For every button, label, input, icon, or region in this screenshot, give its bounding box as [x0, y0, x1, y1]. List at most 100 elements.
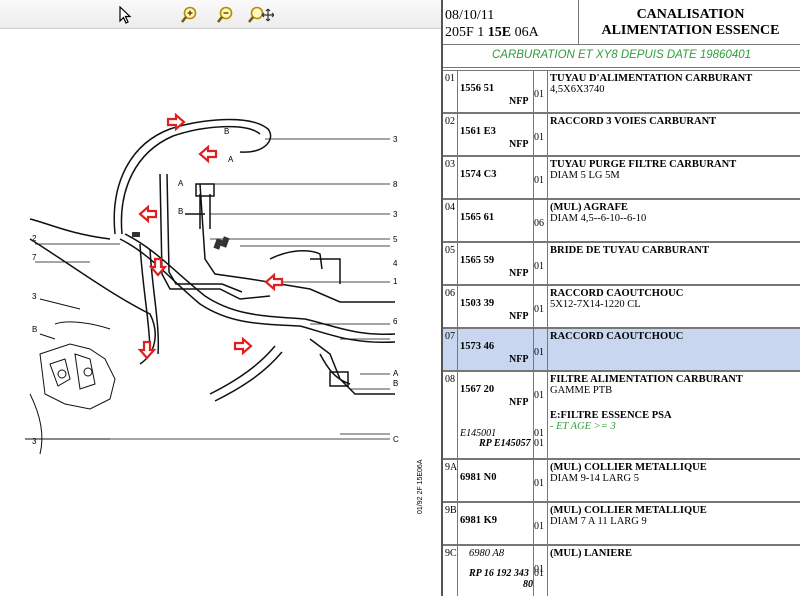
part-description: (MUL) COLLIER METALLIQUE DIAM 9-14 LARG 5	[550, 462, 798, 484]
callout-label: A	[178, 179, 184, 188]
ref-suffix: 06A	[511, 25, 539, 40]
section-subtitle: CARBURATION ET XY8 DEPUIS DATE 19860401	[443, 44, 800, 68]
callout-label: 3	[32, 437, 37, 446]
table-row[interactable]: 06 1503 39 NFP 01 RACCORD CAOUTCHOUC 5X12-7X1…	[443, 285, 800, 329]
table-row[interactable]: 9C6980 A801(MUL) LANIERE6980 A8RP 16 192…	[443, 545, 800, 596]
part-reference: 6981 N0	[460, 472, 497, 483]
zoom-in-icon[interactable]	[180, 6, 198, 24]
fuel-line-diagram: 3 8 3 5 4 1 6 A B C 2 7 3 B 3 B A A B 01…	[25, 112, 424, 514]
part-description: RACCORD CAOUTCHOUC	[550, 331, 798, 342]
description-detail: GAMME PTB	[550, 385, 613, 396]
ref-group: 15E	[487, 25, 512, 40]
quantity: 06	[534, 218, 544, 229]
callout-label: 4	[393, 259, 398, 268]
part-reference: 1574 C3	[460, 169, 497, 180]
callout-label: C	[393, 435, 399, 444]
part-reference: 1565 59	[460, 255, 495, 266]
callout-label: 3	[393, 210, 398, 219]
part-reference: 1573 46	[460, 341, 495, 352]
nfp-flag: NFP	[509, 139, 529, 150]
variant-condition: - ET AGE >= 3	[550, 421, 616, 432]
part-reference: 6980 A8	[469, 548, 505, 559]
table-row[interactable]: 02 1561 E3 NFP 01 RACCORD 3 VOIES CARBURANT	[443, 113, 800, 157]
nfp-flag: NFP	[509, 354, 529, 365]
quantity: 01	[534, 521, 544, 532]
description-detail: DIAM 5 LG 5M	[550, 170, 620, 181]
alt-reference: 80	[523, 579, 533, 590]
callout-label: 1	[393, 277, 398, 286]
callout-label: B	[224, 127, 229, 136]
drawing-stamp: 01/92 2F 15E06A	[417, 459, 424, 514]
description-title: FILTRE ALIMENTATION CARBURANT	[550, 374, 743, 385]
table-row[interactable]: 04 1565 61 06 (MUL) AGRAFE DIAM 4,5--6-10--6…	[443, 199, 800, 243]
description-detail: DIAM 7 A 11 LARG 9	[550, 516, 647, 527]
quantity: 01	[534, 390, 544, 401]
nfp-flag: NFP	[509, 311, 529, 322]
pointer-icon[interactable]	[116, 6, 134, 24]
page-title: CANALISATION ALIMENTATION ESSENCE	[581, 7, 800, 39]
row-index: 9C	[445, 548, 457, 559]
title-line-1: CANALISATION	[636, 7, 745, 22]
row-index: 9A	[445, 462, 458, 473]
nfp-flag: NFP	[509, 96, 529, 107]
alt-quantity: 01	[534, 568, 544, 579]
description-detail: 4,5X6X3740	[550, 84, 605, 95]
table-row[interactable]: 08 1567 20 NFP 01 FILTRE ALIMENTATION CARBUR…	[443, 371, 800, 460]
description-title: RACCORD 3 VOIES CARBURANT	[550, 116, 717, 127]
part-reference: 1565 61	[460, 212, 495, 223]
quantity: 01	[534, 304, 544, 315]
description-title: RACCORD CAOUTCHOUC	[550, 288, 684, 299]
row-index: 04	[445, 202, 455, 213]
callout-label: 2	[32, 234, 37, 243]
catalog-window: 3 8 3 5 4 1 6 A B C 2 7 3 B 3 B A A B 01…	[0, 0, 800, 596]
callout-label: 5	[393, 235, 398, 244]
part-reference: 6981 K9	[460, 515, 498, 526]
quantity: 01	[534, 478, 544, 489]
part-reference: 1561 E3	[460, 126, 496, 137]
table-row[interactable]: 07 1573 46 NFP 01 RACCORD CAOUTCHOUC	[443, 328, 800, 372]
zoom-pan-icon[interactable]	[248, 6, 274, 24]
header-reference: 205F 1 15E 06A	[445, 25, 539, 41]
diagram-toolbar	[0, 0, 441, 29]
red-arrow-icon	[137, 340, 157, 360]
zoom-out-icon[interactable]	[216, 6, 234, 24]
nfp-flag: NFP	[509, 268, 529, 279]
title-line-2: ALIMENTATION ESSENCE	[601, 23, 780, 38]
part-description: TUYAU D'ALIMENTATION CARBURANT 4,5X6X3740	[550, 73, 798, 95]
parts-list-pane: 08/10/11 205F 1 15E 06A CANALISATION ALI…	[443, 0, 800, 596]
row-index: 08	[445, 374, 455, 385]
quantity: 01	[534, 175, 544, 186]
ref-prefix: 205F 1	[445, 25, 488, 40]
description-detail: DIAM 4,5--6-10--6-10	[550, 213, 647, 224]
description-detail: DIAM 9-14 LARG 5	[550, 473, 639, 484]
row-index: 02	[445, 116, 455, 127]
part-description: FILTRE ALIMENTATION CARBURANT GAMME PTB E:…	[550, 374, 798, 432]
alt-reference: RP E145057	[479, 438, 531, 449]
description-title: (MUL) COLLIER METALLIQUE	[550, 505, 707, 516]
red-arrow-icon	[166, 112, 186, 132]
alt-reference: RP 16 192 343	[469, 568, 529, 579]
table-row[interactable]: 01 1556 51 NFP 01 TUYAU D'ALIMENTATION CARBU…	[443, 70, 800, 114]
callout-label: 3	[393, 135, 398, 144]
callout-label: 3	[32, 292, 37, 301]
part-description: BRIDE DE TUYAU CARBURANT	[550, 245, 798, 256]
quantity: 01	[534, 132, 544, 143]
part-description: RACCORD CAOUTCHOUC 5X12-7X14-1220 CL	[550, 288, 798, 310]
description-detail: 5X12-7X14-1220 CL	[550, 299, 641, 310]
table-row[interactable]: 03 1574 C3 01 TUYAU PURGE FILTRE CARBURANT D…	[443, 156, 800, 200]
row-index: 06	[445, 288, 455, 299]
callout-label: 8	[393, 180, 398, 189]
callout-label: 6	[393, 317, 398, 326]
parts-header: 08/10/11 205F 1 15E 06A CANALISATION ALI…	[443, 0, 800, 45]
row-index: 03	[445, 159, 455, 170]
table-row[interactable]: 9B 6981 K9 01 (MUL) COLLIER METALLIQUE DIAM …	[443, 502, 800, 546]
description-title: (MUL) AGRAFE	[550, 202, 628, 213]
description-title: BRIDE DE TUYAU CARBURANT	[550, 245, 709, 256]
red-arrow-icon	[198, 144, 218, 164]
quantity: 01	[534, 261, 544, 272]
part-reference: 1556 51	[460, 83, 495, 94]
callout-label: A	[228, 155, 234, 164]
table-row[interactable]: 05 1565 59 NFP 01 BRIDE DE TUYAU CARBURANT	[443, 242, 800, 286]
table-row[interactable]: 9A 6981 N0 01 (MUL) COLLIER METALLIQUE DIAM …	[443, 459, 800, 503]
description-title: TUYAU PURGE FILTRE CARBURANT	[550, 159, 737, 170]
